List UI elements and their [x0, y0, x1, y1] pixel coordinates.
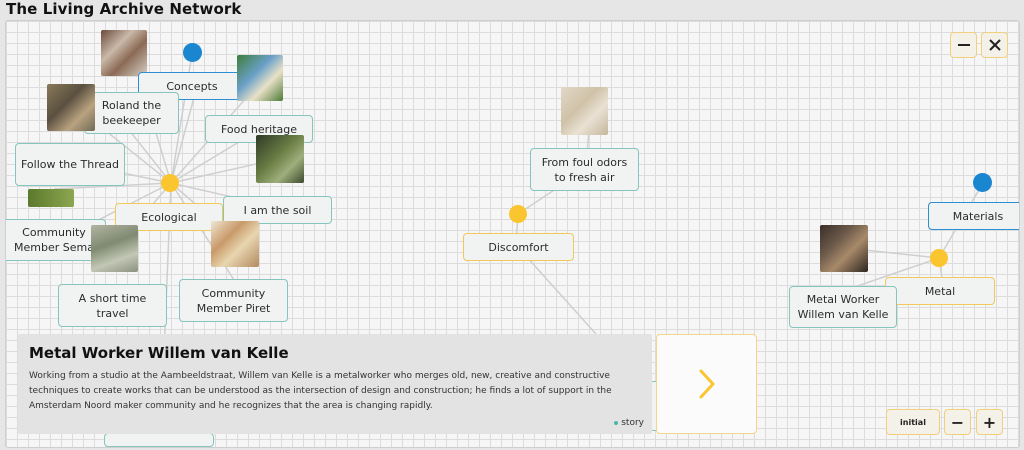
close-button[interactable]: [981, 32, 1008, 58]
story-tag: story: [614, 418, 644, 428]
node-metal-worker[interactable]: Metal Worker Willem van Kelle: [789, 286, 897, 328]
info-description: Working from a studio at the Aambeeldstr…: [29, 371, 612, 411]
network-canvas[interactable]: Concepts Roland the beekeeper Food herit…: [5, 20, 1020, 448]
node-materials[interactable]: Materials: [928, 202, 1019, 230]
thumbnail-garden[interactable]: [237, 55, 283, 101]
info-title: Metal Worker Willem van Kelle: [29, 344, 289, 362]
thumbnail-woman[interactable]: [211, 221, 259, 267]
thumbnail-plants[interactable]: [256, 135, 304, 183]
materials-dot[interactable]: [973, 173, 992, 192]
close-icon: [988, 39, 1001, 51]
node-i-am-the-soil[interactable]: I am the soil: [223, 196, 332, 224]
tag-label: story: [621, 418, 644, 428]
zoom-in-button[interactable]: +: [976, 409, 1003, 435]
thumbnail-field[interactable]: [28, 189, 74, 207]
node-community-member-piret[interactable]: Community Member Piret: [179, 279, 288, 322]
thumbnail-people[interactable]: [47, 84, 95, 131]
node-from-foul-odors[interactable]: From foul odors to fresh air: [530, 148, 639, 191]
next-button[interactable]: [656, 334, 757, 434]
thumbnail-landscape[interactable]: [91, 225, 138, 272]
metal-dot[interactable]: [930, 249, 948, 267]
node-metal[interactable]: Metal: [885, 277, 995, 305]
app-title: The Living Archive Network: [6, 0, 242, 18]
initial-zoom-button[interactable]: initial: [886, 409, 940, 435]
concepts-dot[interactable]: [183, 43, 202, 62]
node-roland-beekeeper[interactable]: Roland the beekeeper: [84, 92, 179, 134]
zoom-out-button[interactable]: −: [944, 409, 971, 435]
thumbnail-metal-worker[interactable]: [820, 225, 868, 272]
discomfort-dot[interactable]: [509, 205, 527, 223]
node-discomfort[interactable]: Discomfort: [463, 233, 574, 261]
node-a-short-time-travel[interactable]: A short time travel: [58, 284, 167, 327]
node-partial-bottom: [104, 433, 214, 447]
minus-icon: [957, 44, 970, 46]
thumbnail-workshop[interactable]: [101, 30, 147, 76]
ecological-dot[interactable]: [161, 174, 179, 192]
info-panel: Metal Worker Willem van Kelle Working fr…: [18, 334, 652, 434]
thumbnail-map[interactable]: [561, 87, 608, 135]
node-follow-the-thread[interactable]: Follow the Thread: [15, 143, 125, 186]
minimize-button[interactable]: [950, 32, 977, 58]
chevron-right-icon: [699, 369, 714, 399]
tag-dot-icon: [614, 420, 619, 425]
